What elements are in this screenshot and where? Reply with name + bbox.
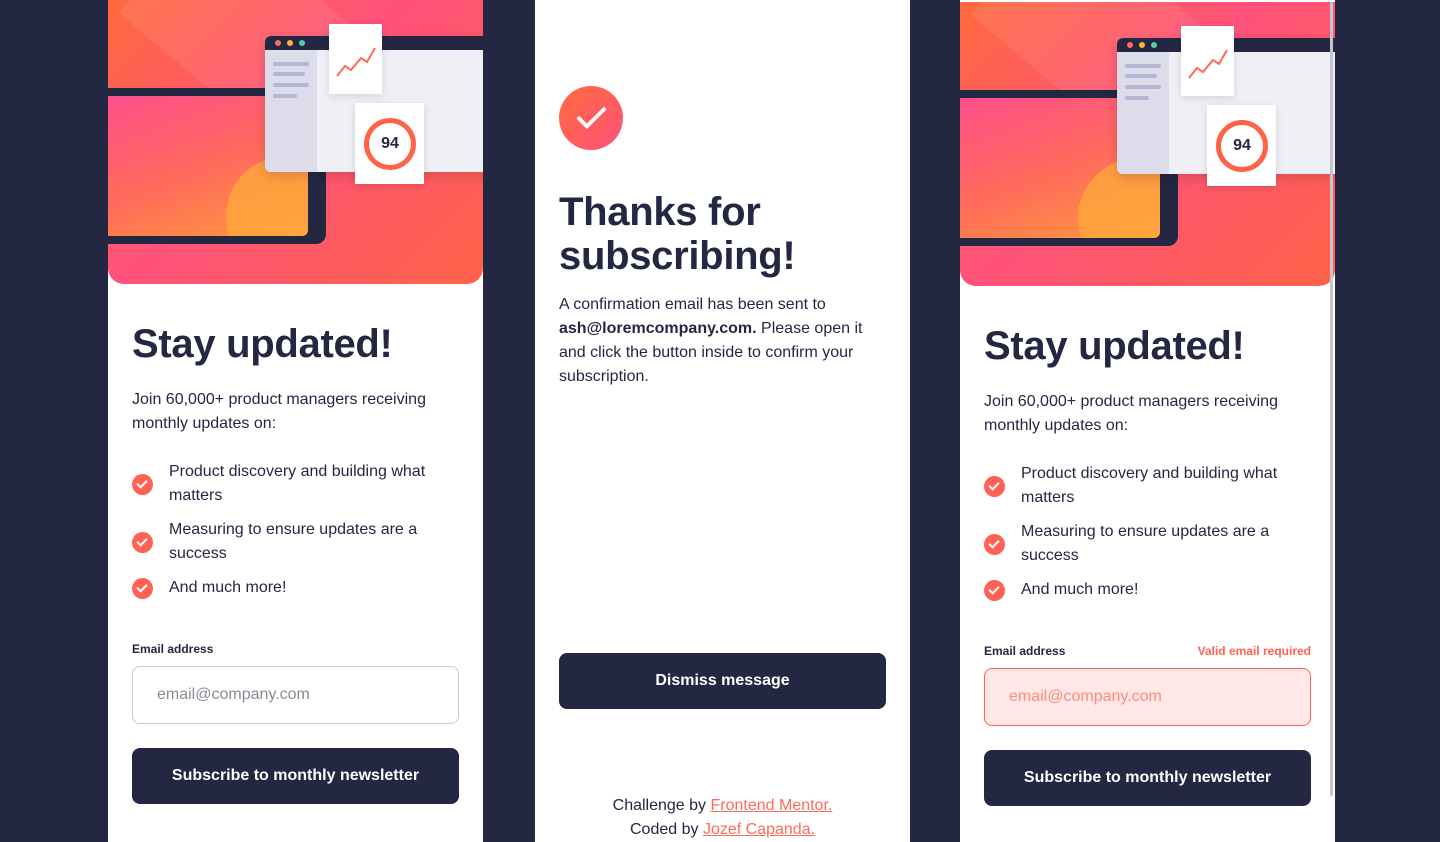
feature-text: Measuring to ensure updates are a succes… — [169, 521, 418, 562]
list-item: Product discovery and building what matt… — [984, 462, 1311, 510]
email-error-message: Valid email required — [1197, 644, 1311, 658]
feature-text: Product discovery and building what matt… — [1021, 465, 1278, 506]
success-message: A confirmation email has been sent to as… — [559, 293, 886, 389]
feature-text: And much more! — [169, 579, 287, 596]
challenge-credit: Challenge by Frontend Mentor. — [535, 794, 910, 818]
list-item: Measuring to ensure updates are a succes… — [132, 518, 459, 566]
scrollbar[interactable] — [1330, 2, 1333, 796]
page-title: Stay updated! — [984, 324, 1245, 368]
message-prefix: A confirmation email has been sent to — [559, 296, 826, 313]
coded-prefix: Coded by — [629, 821, 699, 838]
email-label: Email address — [132, 642, 214, 656]
dismiss-button[interactable]: Dismiss message — [559, 653, 886, 709]
score-ring: 94 — [1216, 120, 1268, 172]
intro-text: Join 60,000+ product managers receiving … — [984, 393, 1278, 434]
chart-card-illustration — [329, 24, 382, 94]
check-icon — [132, 473, 153, 495]
score-card-illustration: 94 — [355, 103, 424, 184]
check-icon — [132, 531, 153, 553]
feature-text: Product discovery and building what matt… — [169, 463, 426, 504]
feature-list: Product discovery and building what matt… — [984, 462, 1311, 602]
subscribe-button[interactable]: Subscribe to monthly newsletter — [132, 748, 459, 804]
hero-illustration: 94 — [108, 0, 483, 284]
signup-card: 94 Stay updated! Join 60,000+ product ma… — [108, 0, 483, 842]
check-icon — [132, 577, 153, 599]
coder-credit: Coded by Jozef Capanda. — [535, 818, 910, 842]
email-field[interactable] — [132, 666, 459, 724]
challenge-prefix: Challenge by — [612, 797, 707, 814]
page-title: Stay updated! — [132, 322, 393, 366]
feature-text: And much more! — [1021, 581, 1139, 598]
check-icon — [984, 475, 1005, 497]
email-field[interactable] — [984, 668, 1311, 726]
hero-illustration: 94 — [960, 2, 1335, 286]
chart-card-illustration — [1181, 26, 1234, 96]
list-item: Product discovery and building what matt… — [132, 460, 459, 508]
attribution: Challenge by Frontend Mentor. Coded by J… — [535, 794, 910, 842]
success-title: Thanks for subscribing! — [559, 190, 796, 278]
frontend-mentor-link[interactable]: Frontend Mentor. — [711, 797, 833, 814]
email-label: Email address — [984, 644, 1066, 658]
subscribe-button[interactable]: Subscribe to monthly newsletter — [984, 750, 1311, 806]
signup-card-error-state: 94 Stay updated! Join 60,000+ product ma… — [960, 0, 1335, 842]
email-label-row: Email address — [132, 641, 459, 657]
list-item: And much more! — [984, 578, 1311, 602]
check-icon — [984, 579, 1005, 601]
feature-text: Measuring to ensure updates are a succes… — [1021, 523, 1270, 564]
list-item: Measuring to ensure updates are a succes… — [984, 520, 1311, 568]
list-item: And much more! — [132, 576, 459, 600]
confirmation-email: ash@loremcompany.com. — [559, 320, 757, 337]
success-card: Thanks for subscribing! A confirmation e… — [535, 0, 910, 842]
score-ring: 94 — [364, 118, 416, 170]
success-check-icon — [559, 86, 623, 150]
author-link[interactable]: Jozef Capanda. — [703, 821, 815, 838]
intro-text: Join 60,000+ product managers receiving … — [132, 391, 426, 432]
check-icon — [984, 533, 1005, 555]
email-label-row: Email address Valid email required — [984, 643, 1311, 659]
feature-list: Product discovery and building what matt… — [132, 460, 459, 600]
score-card-illustration: 94 — [1207, 105, 1276, 186]
